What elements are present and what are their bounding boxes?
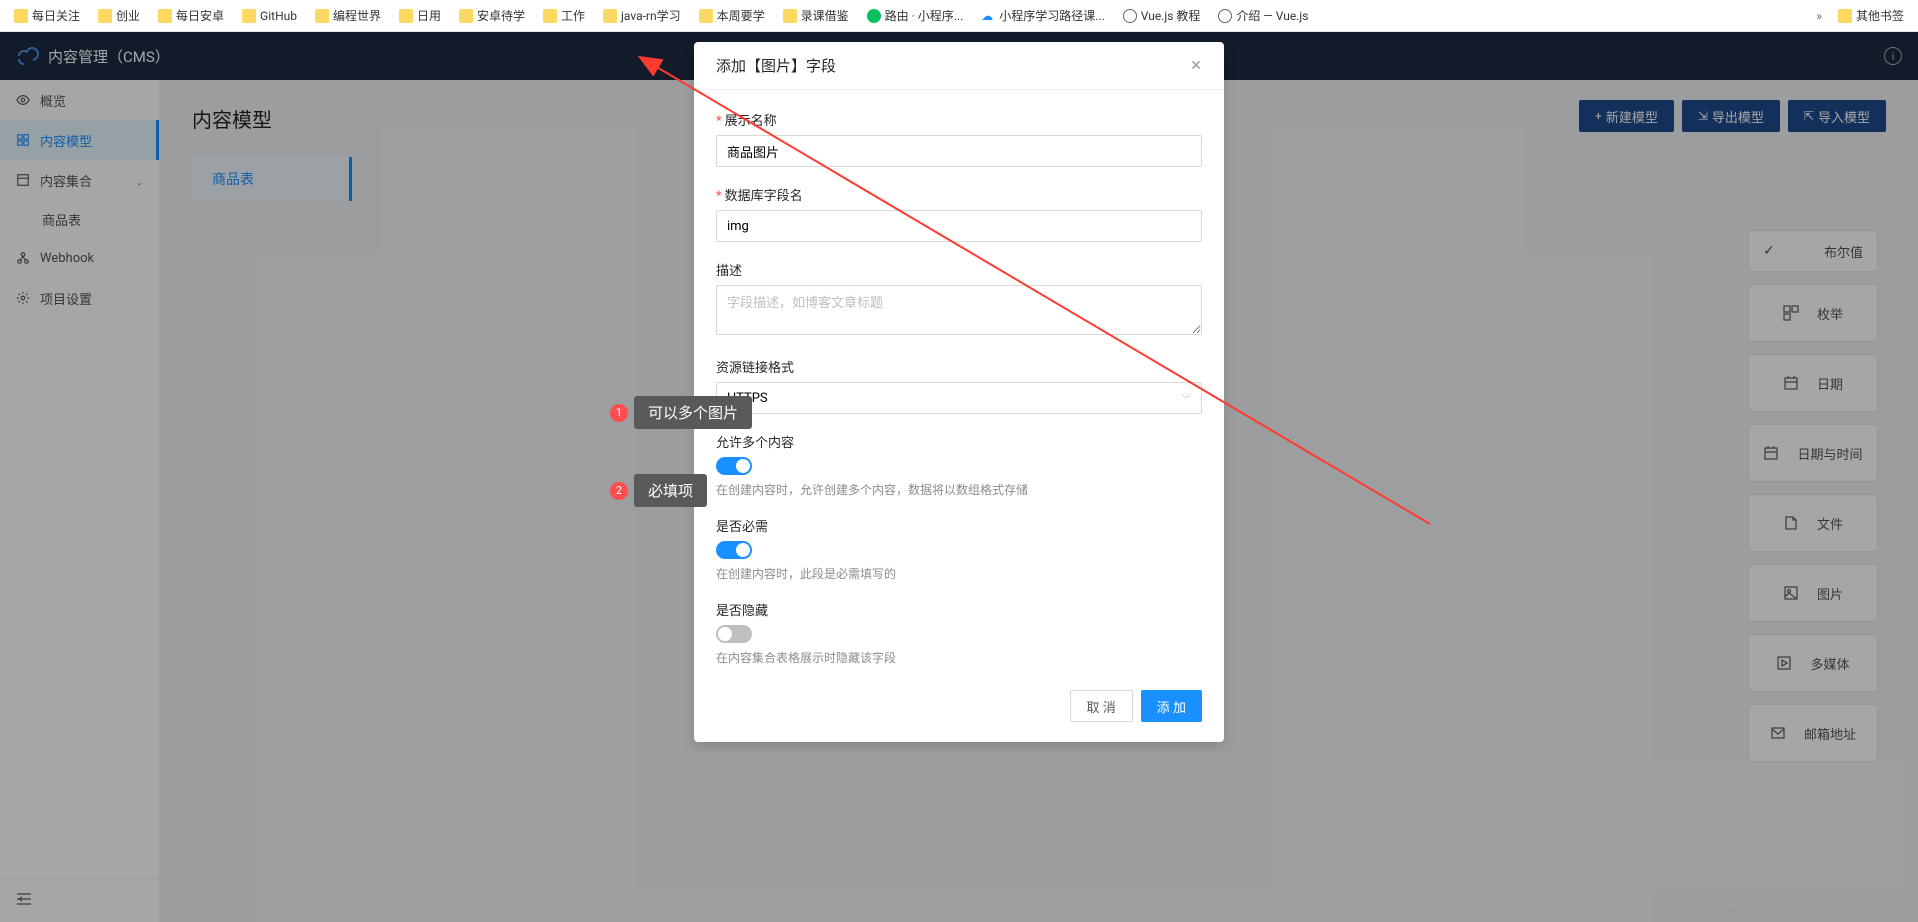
- hidden-label: 是否隐藏: [716, 600, 1202, 619]
- folder-icon: [459, 9, 473, 23]
- folder-icon: [315, 9, 329, 23]
- hidden-switch[interactable]: [716, 625, 752, 643]
- bookmark-item[interactable]: 每日关注: [8, 5, 86, 26]
- cloud-icon: ☁: [981, 9, 995, 23]
- desc-textarea[interactable]: [716, 285, 1202, 335]
- multi-label: 允许多个内容: [716, 432, 1202, 451]
- link-format-select[interactable]: HTTPS ﹀: [716, 382, 1202, 414]
- link-format-label: 资源链接格式: [716, 357, 1202, 376]
- bookmark-other[interactable]: 其他书签: [1832, 5, 1910, 26]
- display-name-input[interactable]: [716, 135, 1202, 167]
- bookmarks-overflow-icon[interactable]: »: [1812, 9, 1826, 23]
- folder-icon: [699, 9, 713, 23]
- modal-mask: 添加【图片】字段 ✕ *展示名称 *数据库字段名 描述 资源链接格式 HTTPS…: [0, 32, 1918, 922]
- bookmark-item[interactable]: 录课借鉴: [777, 5, 855, 26]
- multi-help: 在创建内容时，允许创建多个内容，数据将以数组格式存储: [716, 481, 1202, 498]
- required-help: 在创建内容时，此段是必需填写的: [716, 565, 1202, 582]
- close-icon[interactable]: ✕: [1190, 58, 1202, 74]
- bookmark-item[interactable]: 介绍 — Vue.js: [1212, 5, 1314, 26]
- folder-icon: [14, 9, 28, 23]
- bookmark-item[interactable]: Vue.js 教程: [1117, 5, 1207, 26]
- folder-icon: [543, 9, 557, 23]
- bookmark-item[interactable]: 每日安卓: [152, 5, 230, 26]
- watermark: https://blog.csdn.net/qiushi_1990: [1727, 905, 1908, 919]
- globe-icon: [1218, 9, 1232, 23]
- multi-switch[interactable]: [716, 457, 752, 475]
- folder-icon: [242, 9, 256, 23]
- bookmarks-bar: 每日关注 创业 每日安卓 GitHub 编程世界 日用 安卓待学 工作 java…: [0, 0, 1918, 32]
- bookmark-item[interactable]: 编程世界: [309, 5, 387, 26]
- bookmark-item[interactable]: 日用: [393, 5, 447, 26]
- bookmark-item[interactable]: 安卓待学: [453, 5, 531, 26]
- modal-header: 添加【图片】字段 ✕: [694, 42, 1224, 90]
- desc-label: 描述: [716, 260, 1202, 279]
- add-image-field-modal: 添加【图片】字段 ✕ *展示名称 *数据库字段名 描述 资源链接格式 HTTPS…: [694, 42, 1224, 742]
- folder-icon: [603, 9, 617, 23]
- folder-icon: [98, 9, 112, 23]
- required-label: 是否必需: [716, 516, 1202, 535]
- globe-icon: [1123, 9, 1137, 23]
- folder-icon: [158, 9, 172, 23]
- bookmark-item[interactable]: 路由 · 小程序...: [861, 5, 970, 26]
- folder-icon: [399, 9, 413, 23]
- folder-icon: [783, 9, 797, 23]
- folder-icon: [1838, 9, 1852, 23]
- display-name-label: *展示名称: [716, 110, 1202, 129]
- add-button[interactable]: 添 加: [1141, 690, 1202, 722]
- required-switch[interactable]: [716, 541, 752, 559]
- db-field-label: *数据库字段名: [716, 185, 1202, 204]
- bookmark-item[interactable]: GitHub: [236, 7, 303, 25]
- db-field-input[interactable]: [716, 210, 1202, 242]
- hidden-help: 在内容集合表格展示时隐藏该字段: [716, 649, 1202, 666]
- bookmark-item[interactable]: 本周要学: [693, 5, 771, 26]
- cancel-button[interactable]: 取 消: [1070, 690, 1133, 722]
- bookmark-item[interactable]: ☁小程序学习路径课...: [975, 5, 1111, 26]
- modal-title: 添加【图片】字段: [716, 55, 836, 76]
- bookmark-item[interactable]: java-rn学习: [597, 5, 687, 26]
- bookmark-item[interactable]: 创业: [92, 5, 146, 26]
- wechat-icon: [867, 9, 881, 23]
- bookmark-item[interactable]: 工作: [537, 5, 591, 26]
- chevron-down-icon: ﹀: [1181, 391, 1191, 406]
